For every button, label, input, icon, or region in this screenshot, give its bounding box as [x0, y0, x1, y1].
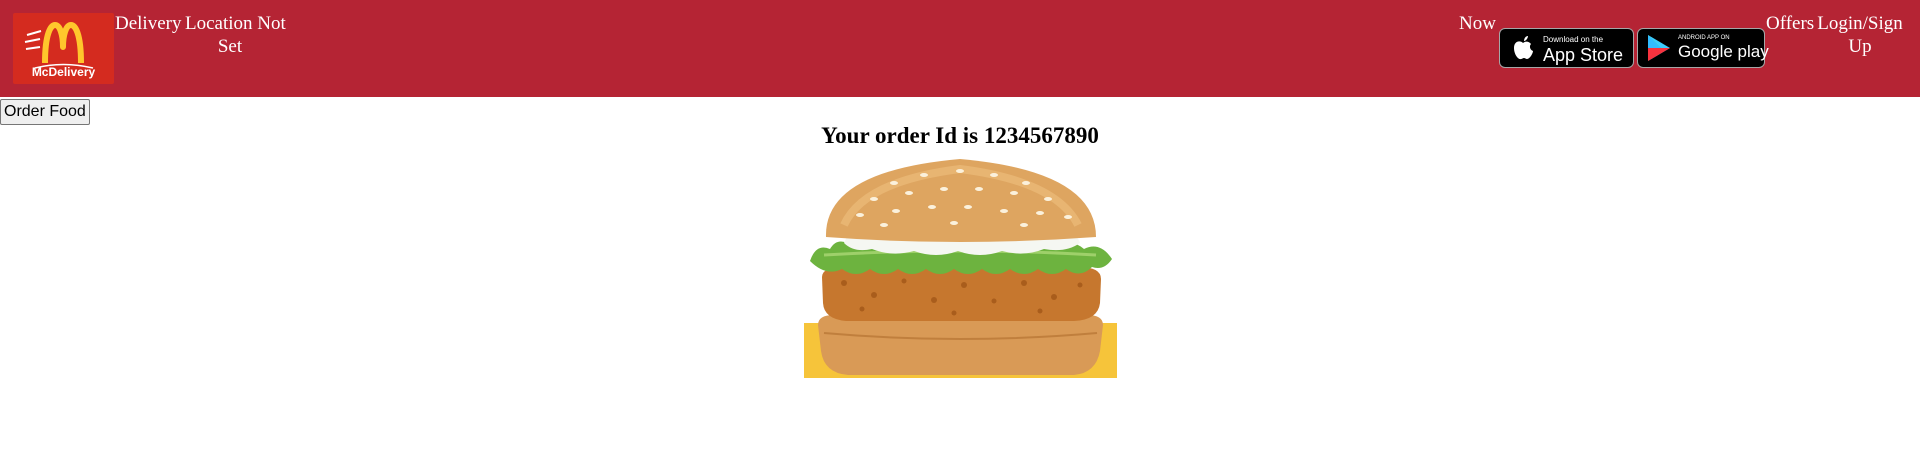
app-store-small-text: Download on the	[1543, 35, 1604, 44]
google-play-button[interactable]: ANDROID APP ON Google play	[1637, 28, 1769, 68]
apple-icon	[1514, 36, 1533, 60]
nav-location[interactable]: Location Not Set	[185, 12, 286, 58]
location-line-1: Location Not	[185, 13, 286, 34]
location-line-2: Set	[217, 36, 243, 57]
app-store-button[interactable]: Download on the App Store	[1499, 28, 1634, 68]
google-play-big-text: Google play	[1678, 42, 1769, 61]
login-line-1: Login/Sign	[1817, 13, 1903, 34]
burger-image	[804, 159, 1117, 378]
nav-now[interactable]: Now	[1459, 12, 1496, 35]
nav-offers[interactable]: Offers	[1766, 12, 1814, 35]
mcdelivery-logo[interactable]: McDelivery	[13, 13, 114, 84]
top-header: McDelivery Delivery Location Not Set Now…	[0, 0, 1920, 97]
order-id-message: Your order Id is 1234567890	[821, 123, 1099, 148]
app-store-big-text: App Store	[1543, 45, 1624, 65]
nav-delivery[interactable]: Delivery	[115, 12, 181, 35]
login-line-2: Up	[1848, 36, 1872, 57]
logo-text: McDelivery	[31, 65, 96, 79]
play-triangle-icon	[1648, 35, 1670, 61]
nav-login-signup[interactable]: Login/Sign Up	[1812, 12, 1908, 58]
